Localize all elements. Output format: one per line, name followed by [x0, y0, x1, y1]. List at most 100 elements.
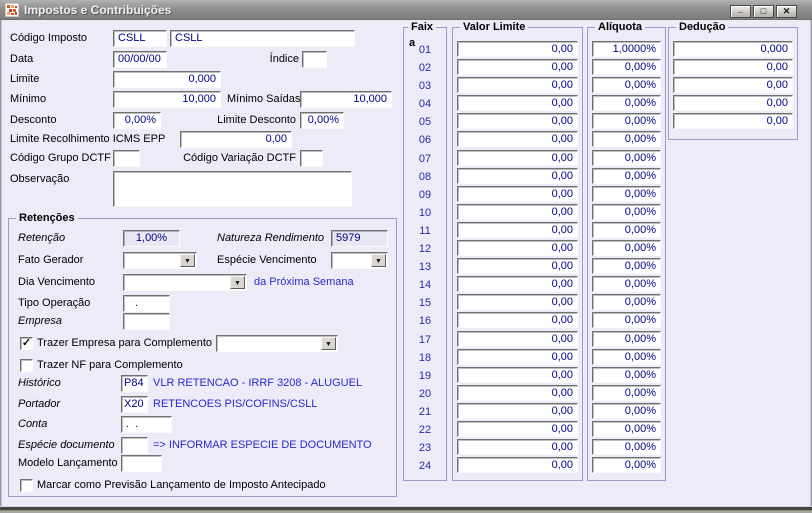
valor-limite-field[interactable]: 0,00: [457, 221, 578, 238]
deducao-field[interactable]: 0,00: [673, 95, 793, 112]
portador-code-field[interactable]: X20: [121, 396, 148, 413]
deducao-field[interactable]: 0,000: [673, 41, 793, 57]
especie-vencimento-select[interactable]: Util ▼: [331, 252, 388, 269]
aliquota-field[interactable]: 0,00%: [592, 185, 661, 202]
minimo-field[interactable]: 10,000: [113, 91, 221, 108]
valor-limite-field[interactable]: 0,00: [457, 276, 578, 293]
aliquota-field[interactable]: 0,00%: [592, 294, 661, 311]
valor-limite-field[interactable]: 0,00: [457, 203, 578, 220]
limite-desconto-field[interactable]: 0,00%: [300, 112, 344, 129]
aliquota-field[interactable]: 0,00%: [592, 203, 661, 220]
tipo-operacao-field[interactable]: .: [123, 295, 170, 312]
data-field[interactable]: 00/00/00: [113, 51, 167, 68]
aliquota-field[interactable]: 0,00%: [592, 59, 661, 76]
valor-limite-field[interactable]: 0,00: [457, 77, 578, 94]
chevron-down-icon[interactable]: ▼: [371, 254, 386, 267]
modelo-lancamento-field[interactable]: [121, 455, 162, 472]
valor-limite-field[interactable]: 0,00: [457, 348, 578, 365]
close-icon[interactable]: ✕: [776, 5, 797, 18]
valor-limite-field[interactable]: 0,00: [457, 185, 578, 202]
aliquota-field[interactable]: 0,00%: [592, 330, 661, 347]
aliquota-field[interactable]: 0,00%: [592, 439, 661, 456]
aliquota-field[interactable]: 0,00%: [592, 240, 661, 257]
minimo-saidas-field[interactable]: 10,000: [300, 91, 392, 108]
aliquota-field[interactable]: 0,00%: [592, 420, 661, 437]
aliquota-field[interactable]: 0,00%: [592, 348, 661, 365]
aliquota-field[interactable]: 0,00%: [592, 276, 661, 293]
valor-limite-field[interactable]: 0,00: [457, 294, 578, 311]
valor-limite-field[interactable]: 0,00: [457, 258, 578, 275]
faixa-number: 11: [419, 224, 431, 237]
valor-limite-field[interactable]: 0,00: [457, 420, 578, 437]
valor-limite-field[interactable]: 0,00: [457, 402, 578, 419]
aliquota-field[interactable]: 0,00%: [592, 402, 661, 419]
aliquota-field[interactable]: 0,00%: [592, 77, 661, 94]
portador-desc: RETENCOES PIS/COFINS/CSLL: [153, 398, 318, 410]
aliquota-field[interactable]: 0,00%: [592, 221, 661, 238]
aliquota-field[interactable]: 1,0000%: [592, 41, 661, 57]
empresa-field[interactable]: [123, 313, 170, 330]
chevron-down-icon[interactable]: ▼: [321, 337, 336, 350]
observacao-label: Observação: [10, 173, 70, 185]
valor-limite-field[interactable]: 0,00: [457, 167, 578, 184]
conta-field[interactable]: . .: [121, 416, 172, 433]
valor-limite-field[interactable]: 0,00: [457, 149, 578, 166]
aliquota-field[interactable]: 0,00%: [592, 258, 661, 275]
limite-field[interactable]: 0,000: [113, 71, 221, 88]
valor-limite-field[interactable]: 0,00: [457, 59, 578, 76]
aliquota-field[interactable]: 0,00%: [592, 113, 661, 130]
valor-limite-field[interactable]: 0,00: [457, 240, 578, 257]
valor-limite-field[interactable]: 0,00: [457, 131, 578, 148]
codigo-imposto-code-field[interactable]: CSLL: [113, 30, 167, 47]
faixa-numbers: 01 02 03 04 05 06 07 08 09 10 11 12 13 14 15 16 17 18 19 20…: [408, 41, 442, 475]
trazer-empresa-checkbox[interactable]: [20, 337, 33, 350]
valor-limite-field[interactable]: 0,00: [457, 330, 578, 347]
deducao-field[interactable]: 0,00: [673, 113, 793, 130]
fato-gerador-select[interactable]: Quinzenal ▼: [123, 252, 197, 269]
valor-limite-field[interactable]: 0,00: [457, 457, 578, 474]
aliquota-field[interactable]: 0,00%: [592, 95, 661, 112]
especie-documento-field[interactable]: [121, 437, 148, 454]
aliquota-field[interactable]: 0,00%: [592, 312, 661, 329]
valor-limite-field[interactable]: 0,00: [457, 312, 578, 329]
chevron-down-icon[interactable]: ▼: [230, 276, 245, 289]
codigo-variacao-dctf-field[interactable]: [300, 150, 323, 167]
historico-code-field[interactable]: P84: [121, 375, 148, 392]
faixa-number: 12: [418, 243, 432, 256]
aliquota-field[interactable]: 0,00%: [592, 366, 661, 383]
minimize-icon[interactable]: _: [730, 5, 751, 18]
valor-limite-field[interactable]: 0,00: [457, 95, 578, 112]
faixa-number: 20: [418, 387, 432, 400]
aliquota-field[interactable]: 0,00%: [592, 131, 661, 148]
marcar-previsao-checkbox[interactable]: [20, 479, 33, 492]
limite-recolhimento-field[interactable]: 0,00: [180, 131, 292, 148]
indice-field[interactable]: [302, 51, 327, 68]
app-icon: [5, 2, 19, 17]
historico-label: Histórico: [18, 377, 61, 389]
aliquota-field[interactable]: 0,00%: [592, 149, 661, 166]
valor-limite-fields: 0,00 0,00 0,00 0,00 0,00 0,00 0,00 0,00 0,00 0,00…: [457, 41, 578, 475]
aliquota-field[interactable]: 0,00%: [592, 457, 661, 474]
trazer-nf-checkbox[interactable]: [20, 359, 33, 372]
aliquota-field[interactable]: 0,00%: [592, 384, 661, 401]
deducao-field[interactable]: 0,00: [673, 59, 793, 76]
trazer-empresa-select[interactable]: Nome/Razão Social ▼: [216, 335, 338, 352]
maximize-icon[interactable]: □: [753, 5, 774, 18]
valor-limite-field[interactable]: 0,00: [457, 113, 578, 130]
codigo-imposto-label: Código Imposto: [10, 32, 88, 44]
codigo-imposto-name-field[interactable]: CSLL: [170, 30, 355, 47]
desconto-field[interactable]: 0,00%: [113, 112, 161, 129]
observacao-textarea[interactable]: [113, 171, 352, 207]
aliquota-field[interactable]: 0,00%: [592, 167, 661, 184]
especie-vencimento-label: Espécie Vencimento: [217, 254, 317, 266]
chevron-down-icon[interactable]: ▼: [180, 254, 195, 267]
valor-limite-field[interactable]: 0,00: [457, 439, 578, 456]
codigo-grupo-dctf-field[interactable]: [113, 150, 140, 167]
faixa-legend: Faix: [408, 20, 437, 34]
valor-limite-field[interactable]: 0,00: [457, 366, 578, 383]
historico-desc: VLR RETENCAO - IRRF 3208 - ALUGUEL: [153, 377, 363, 389]
dia-vencimento-select[interactable]: ▼: [123, 274, 247, 291]
valor-limite-field[interactable]: 0,00: [457, 41, 578, 57]
deducao-field[interactable]: 0,00: [673, 77, 793, 94]
valor-limite-field[interactable]: 0,00: [457, 384, 578, 401]
